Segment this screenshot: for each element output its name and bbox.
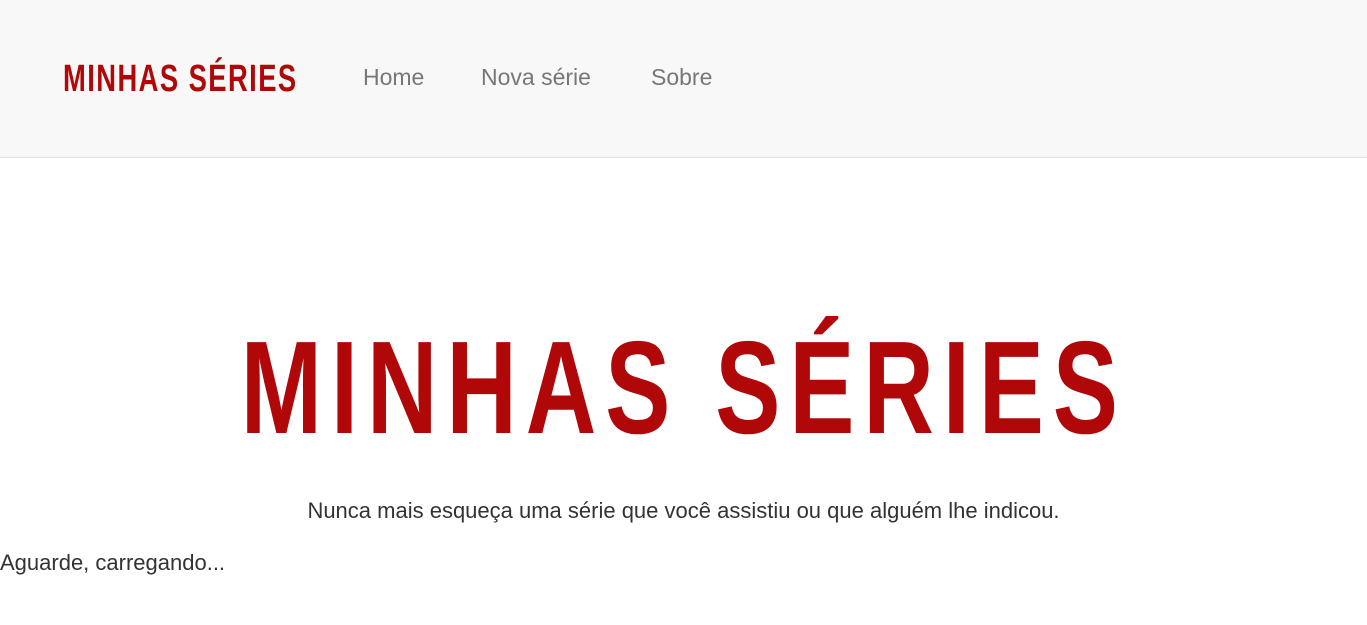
nav-link-nova-serie[interactable]: Nova série <box>481 64 591 91</box>
nav-link-home[interactable]: Home <box>363 64 424 91</box>
loading-message: Aguarde, carregando... <box>0 550 226 575</box>
nav-link-sobre[interactable]: Sobre <box>651 64 712 91</box>
top-navbar: MINHAS SÉRIES Home Nova série Sobre <box>0 0 1367 158</box>
hero-logo-text: MINHAS SÉRIES <box>240 314 1127 461</box>
hero-tagline: Nunca mais esqueça uma série que você as… <box>307 498 1060 523</box>
brand-logo-link[interactable]: MINHAS SÉRIES <box>63 58 298 100</box>
hero-logo: MINHAS SÉRIES <box>0 318 1367 458</box>
